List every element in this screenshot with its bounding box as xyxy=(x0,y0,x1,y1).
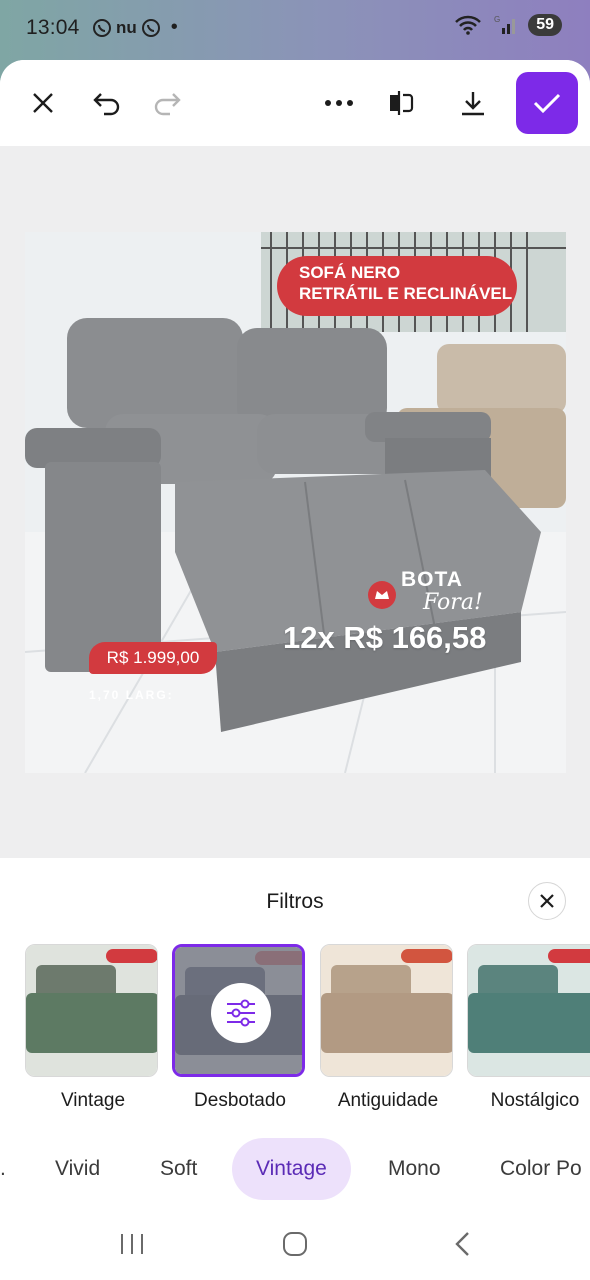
redo-button[interactable] xyxy=(140,76,194,130)
thumb-image xyxy=(321,945,452,1076)
product-title-badge: SOFÁ NERO RETRÁTIL E RECLINÁVEL xyxy=(277,256,517,316)
compare-button[interactable] xyxy=(374,76,428,130)
close-button[interactable] xyxy=(16,76,70,130)
brand-crown-logo xyxy=(368,581,396,609)
filter-thumbnails: Vintage Desbotado Antiguidade Nostálgico xyxy=(0,944,590,1114)
more-icon xyxy=(325,100,353,106)
filter-categories: . Vivid Soft Vintage Mono Color Po xyxy=(0,1138,590,1200)
home-icon xyxy=(283,1232,307,1256)
filter-thumb-vintage[interactable] xyxy=(25,944,158,1077)
category-vintage[interactable]: Vintage xyxy=(232,1138,351,1200)
filter-label-desbotado: Desbotado xyxy=(194,1090,286,1111)
filter-thumb-desbotado[interactable] xyxy=(172,944,305,1077)
filter-label-antiguidade: Antiguidade xyxy=(337,1090,439,1111)
redo-icon xyxy=(154,93,181,116)
brand-name-line2: Fora! xyxy=(423,590,483,615)
thumb-image xyxy=(26,945,157,1076)
status-right-icons: G 59 xyxy=(454,14,562,36)
whatsapp-icon xyxy=(93,18,111,37)
undo-icon xyxy=(93,93,120,116)
more-options-button[interactable] xyxy=(312,76,366,130)
top-toolbar xyxy=(0,60,590,146)
filter-label-vintage: Vintage xyxy=(60,1090,126,1111)
status-bar: 13:04 nu • G 59 xyxy=(0,0,590,56)
price-badge: R$ 1.999,00 xyxy=(89,642,217,674)
status-notification-icons: nu • xyxy=(92,16,178,39)
category-partial-chip[interactable]: . xyxy=(0,1138,6,1200)
product-photo: SOFÁ NERO RETRÁTIL E RECLINÁVEL R$ 1.999… xyxy=(25,232,566,773)
category-vivid[interactable]: Vivid xyxy=(55,1138,100,1200)
signal-icon: G xyxy=(494,15,516,34)
check-icon xyxy=(533,93,561,114)
panel-close-button[interactable] xyxy=(528,882,566,920)
nubank-icon: nu xyxy=(116,17,137,37)
wifi-icon xyxy=(455,15,482,35)
whatsapp-icon xyxy=(141,18,160,37)
svg-text:G: G xyxy=(494,15,500,24)
adjust-filter-button[interactable] xyxy=(211,983,271,1043)
home-button[interactable] xyxy=(275,1224,315,1264)
filter-thumb-antiguidade[interactable] xyxy=(320,944,453,1077)
close-icon xyxy=(33,93,53,113)
done-button[interactable] xyxy=(516,72,578,134)
close-icon xyxy=(540,894,554,908)
back-button[interactable] xyxy=(442,1224,482,1264)
panel-title: Filtros xyxy=(266,890,324,913)
installments-label: 12x R$ 166,58 xyxy=(283,620,487,655)
dot-icon: • xyxy=(170,16,178,38)
download-icon xyxy=(462,92,484,116)
filter-label-nostalgico: Nostálgico xyxy=(490,1090,580,1111)
back-icon xyxy=(455,1232,469,1256)
status-time: 13:04 xyxy=(26,16,80,39)
download-button[interactable] xyxy=(446,76,500,130)
sliders-icon xyxy=(227,999,255,1027)
recents-button[interactable] xyxy=(112,1224,152,1264)
category-mono[interactable]: Mono xyxy=(388,1138,441,1200)
category-color-pop[interactable]: Color Po xyxy=(500,1138,590,1200)
battery-indicator: 59 xyxy=(528,14,562,36)
category-soft[interactable]: Soft xyxy=(160,1138,197,1200)
undo-button[interactable] xyxy=(80,76,134,130)
brand-name-line1: BOTA xyxy=(401,568,463,591)
editor-app: SOFÁ NERO RETRÁTIL E RECLINÁVEL R$ 1.999… xyxy=(0,60,590,1280)
width-label: 1,70 LARG: xyxy=(89,688,174,702)
compare-icon xyxy=(390,91,414,115)
recents-icon xyxy=(121,1234,143,1254)
image-canvas[interactable]: SOFÁ NERO RETRÁTIL E RECLINÁVEL R$ 1.999… xyxy=(0,146,590,858)
thumb-image xyxy=(468,945,590,1076)
filter-thumb-nostalgico[interactable] xyxy=(467,944,590,1077)
system-nav-bar xyxy=(0,1210,590,1280)
